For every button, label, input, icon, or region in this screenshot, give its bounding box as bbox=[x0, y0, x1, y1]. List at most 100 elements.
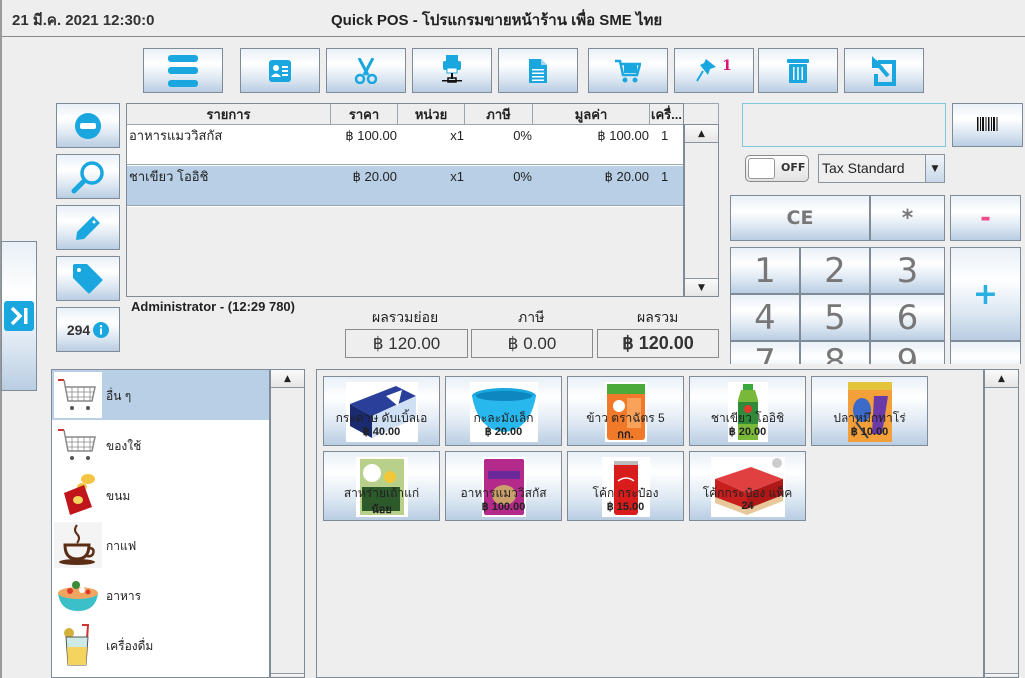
subtotal-value: ฿ 120.00 bbox=[345, 329, 468, 358]
search-button[interactable] bbox=[56, 154, 120, 199]
table-row[interactable]: อาหารแมววิสกัส ฿ 100.00 x1 0% ฿ 100.00 1 bbox=[127, 125, 683, 165]
table-empty-area bbox=[127, 207, 683, 296]
cell-item: อาหารแมววิสกัส bbox=[129, 128, 223, 143]
shopping-cart-icon bbox=[54, 422, 102, 468]
order-table: รายการ ราคา หน่วย ภาษี มูลค่า เครื่... อ… bbox=[126, 103, 684, 297]
network-printer-icon bbox=[442, 54, 462, 87]
product-price: กก. bbox=[617, 429, 634, 441]
minus-circle-icon bbox=[74, 112, 102, 140]
product-tile[interactable]: กระดาษ ดับเบิ้ลเอ ฿ 40.00 bbox=[323, 376, 440, 446]
scroll-down-arrow[interactable] bbox=[985, 673, 1018, 677]
product-price: ฿ 15.00 bbox=[606, 501, 645, 513]
info-count-button[interactable]: 294 bbox=[56, 307, 120, 352]
plus-button[interactable]: + bbox=[950, 247, 1021, 341]
scroll-up-arrow[interactable]: ▲ bbox=[685, 125, 718, 143]
title-bar: 21 มี.ค. 2021 12:30:0 Quick POS - โปรแกร… bbox=[0, 0, 1025, 37]
scroll-down-arrow[interactable]: ▼ bbox=[685, 278, 718, 296]
scroll-up-arrow[interactable]: ▲ bbox=[985, 370, 1018, 388]
digit-6-button[interactable]: 6 bbox=[870, 294, 945, 341]
enter-button[interactable] bbox=[950, 341, 1021, 364]
document-button[interactable] bbox=[498, 48, 578, 93]
pencil-icon bbox=[75, 215, 101, 241]
delete-button[interactable] bbox=[758, 48, 838, 93]
digit-2-button[interactable]: 2 bbox=[800, 247, 870, 294]
column-header-unit[interactable]: หน่วย bbox=[398, 104, 465, 125]
trash-icon bbox=[787, 58, 809, 83]
product-tile[interactable]: อาหารแมววิสกัส ฿ 100.00 bbox=[445, 451, 562, 521]
category-item-coffee[interactable]: กาแฟ bbox=[52, 520, 269, 570]
product-tile[interactable]: สาหร่ายเถ้าแก่ น้อย bbox=[323, 451, 440, 521]
product-tile[interactable]: ปลาหมึกทาโร่ ฿ 10.00 bbox=[811, 376, 928, 446]
app-title: Quick POS - โปรแกรมขายหน้าร้าน เพื่อ SME… bbox=[331, 12, 663, 29]
category-item-food[interactable]: อาหาร bbox=[52, 570, 269, 620]
pin-button[interactable]: 1 bbox=[674, 48, 754, 93]
expand-panel-icon bbox=[4, 301, 34, 331]
product-tile[interactable]: ข้าว ตราฉัตร 5 กก. bbox=[567, 376, 684, 446]
multiply-label: * bbox=[901, 205, 914, 231]
column-header-price[interactable]: ราคา bbox=[331, 104, 398, 125]
plus-label: + bbox=[972, 276, 999, 312]
edit-button[interactable] bbox=[56, 205, 120, 250]
search-icon bbox=[71, 160, 105, 194]
chevron-down-icon[interactable]: ▼ bbox=[925, 155, 944, 182]
category-item-household[interactable]: ของใช้ bbox=[52, 420, 269, 470]
products-scrollbar[interactable]: ▲ bbox=[984, 369, 1019, 678]
shopping-cart-icon bbox=[54, 372, 102, 418]
digit-1-button[interactable]: 1 bbox=[730, 247, 800, 294]
multiply-button[interactable]: * bbox=[870, 195, 945, 241]
network-printer-button[interactable] bbox=[412, 48, 492, 93]
price-tag-button[interactable] bbox=[56, 256, 120, 301]
table-row[interactable]: ชาเขียว โออิชิ ฿ 20.00 x1 0% ฿ 20.00 1 bbox=[127, 166, 683, 206]
product-price: ฿ 40.00 bbox=[362, 426, 401, 438]
column-header-machine[interactable]: เครื่... bbox=[650, 104, 683, 125]
order-table-scrollbar[interactable]: ▲ ▼ bbox=[684, 124, 719, 297]
product-tile[interactable]: ชาเขียว โออิชิ ฿ 20.00 bbox=[689, 376, 806, 446]
cell-price: ฿ 100.00 bbox=[345, 128, 397, 143]
scroll-up-arrow[interactable]: ▲ bbox=[271, 370, 304, 388]
digit-8-button[interactable]: 8 bbox=[800, 341, 870, 364]
table-corner bbox=[684, 103, 719, 124]
clear-entry-button[interactable]: CE bbox=[730, 195, 870, 241]
exit-button[interactable] bbox=[844, 48, 924, 93]
customer-button[interactable] bbox=[240, 48, 320, 93]
column-header-tax[interactable]: ภาษี bbox=[465, 104, 533, 125]
tax-label: ภาษี bbox=[518, 309, 545, 325]
digit-7-button[interactable]: 7 bbox=[730, 341, 800, 364]
cart-button[interactable] bbox=[588, 48, 668, 93]
digit-label: 1 bbox=[754, 250, 776, 291]
menu-button[interactable] bbox=[143, 48, 223, 93]
product-tile[interactable]: กะละมังเล็ก ฿ 20.00 bbox=[445, 376, 562, 446]
barcode-scan-button[interactable] bbox=[952, 103, 1023, 147]
cell-machine: 1 bbox=[661, 128, 669, 143]
category-item-other[interactable]: อื่น ๆ bbox=[52, 370, 269, 420]
column-header-item[interactable]: รายการ bbox=[127, 104, 331, 125]
shopping-cart-icon bbox=[615, 59, 641, 83]
digit-5-button[interactable]: 5 bbox=[800, 294, 870, 341]
minus-button[interactable]: - bbox=[950, 195, 1021, 241]
category-list-scrollbar[interactable]: ▲ bbox=[270, 369, 305, 678]
clear-entry-label: CE bbox=[786, 207, 814, 229]
numpad: CE * - 1 2 3 4 5 6 7 8 9 + bbox=[729, 195, 1025, 364]
cell-machine: 1 bbox=[661, 169, 669, 184]
barcode-input[interactable] bbox=[742, 103, 946, 147]
category-item-snacks[interactable]: ขนม bbox=[52, 470, 269, 520]
cut-button[interactable] bbox=[326, 48, 406, 93]
cell-price: ฿ 20.00 bbox=[352, 169, 397, 184]
toggle-knob[interactable] bbox=[748, 158, 775, 179]
scroll-down-arrow[interactable] bbox=[271, 673, 304, 677]
products-panel: กระดาษ ดับเบิ้ลเอ ฿ 40.00 กะละมังเล็ก ฿ … bbox=[316, 369, 984, 678]
tax-select[interactable]: Tax Standard ▼ bbox=[818, 154, 945, 183]
digit-4-button[interactable]: 4 bbox=[730, 294, 800, 341]
category-label: เครื่องดื่ม bbox=[106, 639, 154, 653]
product-tile[interactable]: โค้ก กระป๋อง ฿ 15.00 bbox=[567, 451, 684, 521]
digit-label: 3 bbox=[896, 250, 919, 291]
expand-panel-button[interactable] bbox=[1, 241, 37, 391]
category-item-drinks[interactable]: เครื่องดื่ม bbox=[52, 620, 269, 670]
digit-9-button[interactable]: 9 bbox=[870, 341, 945, 364]
digit-3-button[interactable]: 3 bbox=[870, 247, 945, 294]
toggle-switch[interactable]: OFF bbox=[745, 155, 809, 182]
column-header-value[interactable]: มูลค่า bbox=[533, 104, 650, 125]
remove-item-button[interactable] bbox=[56, 103, 120, 148]
product-tile[interactable]: โค้กกระป๋อง แพ็ค 24 bbox=[689, 451, 806, 521]
digit-label: 5 bbox=[824, 297, 846, 338]
